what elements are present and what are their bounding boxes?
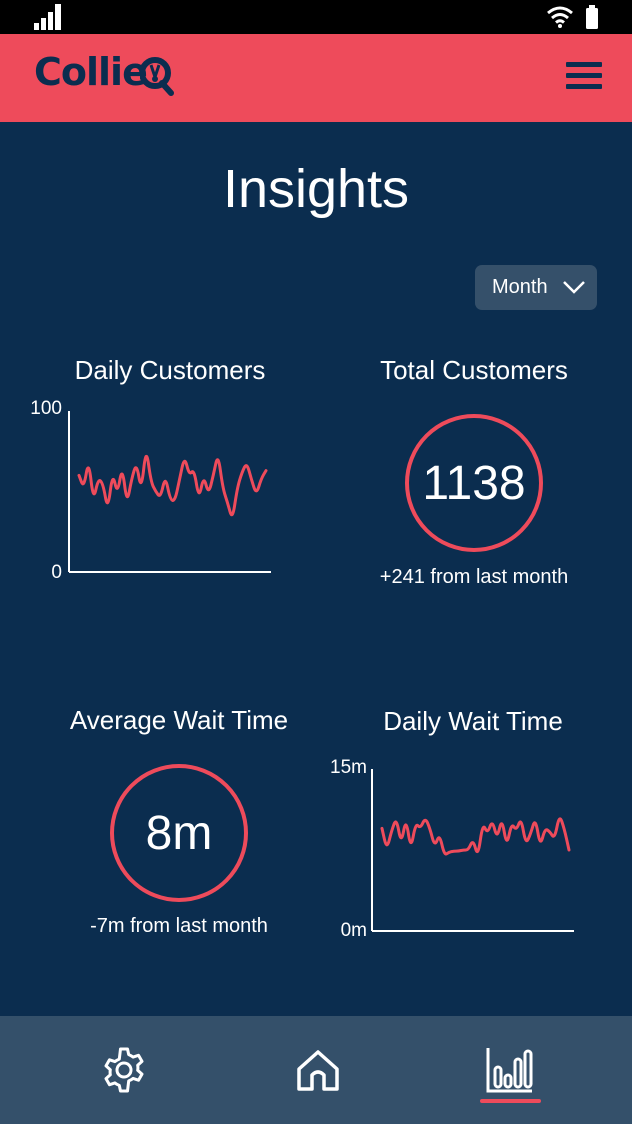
period-dropdown[interactable]: Month bbox=[475, 265, 597, 310]
period-dropdown-value: Month bbox=[492, 276, 548, 298]
page-title: Insights bbox=[222, 159, 410, 219]
daily-customers-chart-svg: 100 0 bbox=[30, 398, 271, 583]
series-line bbox=[77, 454, 268, 517]
y-tick-label-min: 0 bbox=[51, 562, 62, 583]
daily-customers-title: Daily Customers bbox=[74, 355, 266, 385]
daily-wait-time-chart-svg: 15m 0m bbox=[330, 757, 574, 941]
average-wait-time-ring: 8m bbox=[110, 764, 248, 902]
nav-insights[interactable] bbox=[470, 1016, 550, 1124]
cellular-signal-icon bbox=[34, 4, 61, 30]
nav-active-indicator bbox=[480, 1099, 541, 1103]
daily-wait-time-chart: 15m 0m bbox=[310, 752, 580, 949]
gear-icon bbox=[104, 1047, 144, 1093]
daily-wait-time-title: Daily Wait Time bbox=[383, 706, 563, 736]
y-tick-label-max: 15m bbox=[330, 757, 367, 778]
daily-customers-chart: 100 0 bbox=[20, 395, 280, 590]
bottom-nav bbox=[0, 1016, 632, 1124]
total-customers-ring: 1138 bbox=[405, 414, 543, 552]
y-tick-label-max: 100 bbox=[30, 398, 62, 419]
app-header: Collie bbox=[0, 34, 632, 122]
average-wait-time-delta: -7m from last month bbox=[90, 915, 268, 937]
hamburger-menu-icon[interactable] bbox=[560, 58, 608, 98]
chevron-down-icon bbox=[563, 281, 585, 294]
series-line bbox=[380, 817, 571, 856]
app-logo: Collie bbox=[34, 50, 148, 94]
average-wait-time-value: 8m bbox=[145, 806, 213, 860]
battery-icon bbox=[586, 5, 598, 29]
home-icon bbox=[297, 1050, 339, 1091]
total-customers-title: Total Customers bbox=[380, 355, 568, 385]
bar-chart-icon bbox=[486, 1048, 533, 1093]
total-customers-delta: +241 from last month bbox=[379, 566, 569, 588]
status-bar bbox=[0, 0, 632, 34]
collie-q-logo-icon bbox=[140, 57, 174, 96]
wifi-icon bbox=[547, 6, 573, 28]
nav-settings[interactable] bbox=[84, 1016, 164, 1124]
total-customers-value: 1138 bbox=[422, 456, 526, 510]
average-wait-time-title: Average Wait Time bbox=[69, 705, 289, 735]
y-tick-label-min: 0m bbox=[341, 920, 367, 941]
nav-home[interactable] bbox=[278, 1016, 358, 1124]
